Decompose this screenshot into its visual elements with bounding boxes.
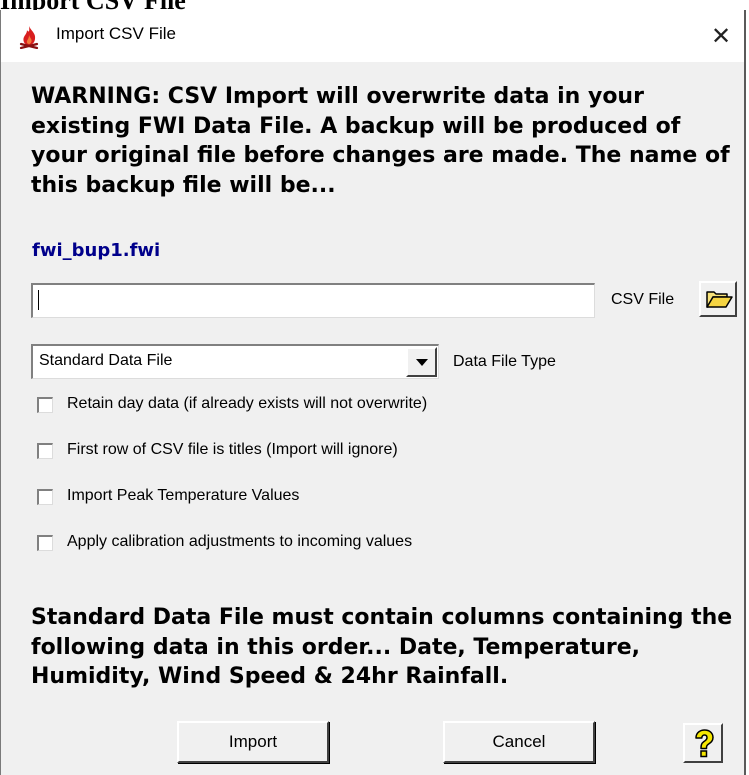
window-title: Import CSV File — [56, 24, 176, 43]
data-file-type-label: Data File Type — [453, 353, 556, 370]
option-label: First row of CSV file is titles (Import … — [67, 441, 398, 458]
checkbox[interactable] — [37, 489, 53, 505]
data-file-type-select[interactable]: Standard Data File — [31, 344, 439, 379]
checkbox[interactable] — [37, 443, 53, 459]
csv-file-label: CSV File — [611, 291, 675, 308]
text-caret — [38, 290, 39, 310]
close-icon: ✕ — [710, 22, 732, 50]
option-label: Import Peak Temperature Values — [67, 487, 300, 504]
data-file-type-value: Standard Data File — [39, 352, 173, 369]
close-button[interactable]: ✕ — [698, 10, 744, 62]
checkbox[interactable] — [37, 397, 53, 413]
fire-icon — [18, 25, 40, 50]
import-csv-dialog: Import CSV File ✕ WARNING: CSV Import wi… — [0, 10, 746, 775]
browse-csv-button[interactable] — [699, 281, 737, 317]
backup-filename: fwi_bup1.fwi — [32, 240, 161, 261]
option-label: Apply calibration adjustments to incomin… — [67, 533, 413, 550]
warning-message: WARNING: CSV Import will overwrite data … — [31, 84, 730, 198]
title-bar[interactable]: Import CSV File ✕ — [1, 10, 744, 62]
option-label: Retain day data (if already exists will … — [67, 395, 428, 412]
checkbox[interactable] — [37, 535, 53, 551]
format-info-message: Standard Data File must contain columns … — [31, 605, 733, 689]
csv-file-input[interactable] — [31, 283, 595, 318]
import-button[interactable]: Import — [177, 721, 329, 763]
cancel-button[interactable]: Cancel — [443, 721, 595, 763]
chevron-down-icon[interactable] — [406, 347, 437, 377]
help-button[interactable] — [683, 723, 723, 763]
